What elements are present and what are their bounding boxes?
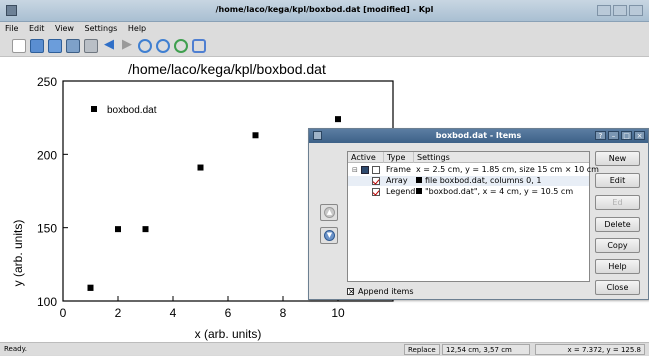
frame-active-checkbox[interactable]	[372, 166, 380, 174]
status-mode: Replace	[404, 344, 440, 355]
status-coordinates: x = 7.372, y = 125.8	[535, 344, 645, 355]
item-type: Array	[386, 176, 408, 185]
x-tick-label: 10	[331, 306, 345, 320]
move-down-button[interactable]: ▼	[320, 227, 338, 244]
data-point	[197, 164, 204, 171]
back-icon[interactable]: ◀	[102, 38, 116, 53]
list-item-frame[interactable]: ⊟ Frame x = 2.5 cm, y = 1.85 cm, size 15…	[348, 165, 599, 175]
item-settings: x = 2.5 cm, y = 1.85 cm, size 15 cm × 10…	[416, 165, 599, 174]
x-tick-label: 0	[60, 306, 67, 320]
print-icon[interactable]	[84, 39, 98, 53]
data-point	[142, 226, 149, 233]
list-header: Active Type Settings	[348, 152, 589, 163]
menu-file[interactable]: File	[5, 22, 18, 35]
menu-settings[interactable]: Settings	[85, 22, 118, 35]
chart-title: /home/laco/kega/kpl/boxbod.dat	[128, 61, 326, 77]
move-up-button[interactable]: ▲	[320, 204, 338, 221]
x-tick-label: 2	[115, 306, 122, 320]
data-point	[87, 284, 94, 291]
array-active-checkbox[interactable]	[372, 177, 380, 185]
save-icon[interactable]	[66, 39, 80, 53]
data-point	[252, 132, 259, 139]
help-button[interactable]: Help	[595, 259, 640, 274]
x-tick-label: 4	[170, 306, 177, 320]
item-settings: "boxbod.dat", x = 4 cm, y = 10.5 cm	[425, 187, 574, 196]
legend-marker-icon	[416, 188, 422, 194]
items-list[interactable]: Active Type Settings ⊟ Frame x = 2.5 cm,…	[347, 151, 599, 282]
forward-icon[interactable]: ▶	[120, 38, 134, 53]
append-items-checkbox[interactable]: Append items	[347, 286, 413, 297]
list-item-legend[interactable]: Legend "boxbod.dat", x = 4 cm, y = 10.5 …	[348, 187, 589, 197]
new-button[interactable]: New	[595, 151, 640, 166]
maximize-button[interactable]	[613, 5, 627, 16]
arrow-down-icon: ▼	[324, 230, 335, 241]
frame-item-icon	[361, 166, 369, 174]
fit-icon[interactable]	[192, 39, 206, 53]
x-tick-label: 8	[280, 306, 287, 320]
legend-active-checkbox[interactable]	[372, 188, 380, 196]
menu-bar: File Edit View Settings Help	[0, 22, 649, 35]
y-tick-label: 150	[37, 222, 57, 236]
append-checkbox-box[interactable]	[347, 286, 355, 297]
open-icon[interactable]	[30, 39, 44, 53]
legend-marker	[91, 106, 97, 112]
window-title: /home/laco/kega/kpl/boxbod.dat [modified…	[215, 5, 434, 14]
title-bar[interactable]: /home/laco/kega/kpl/boxbod.dat [modified…	[0, 0, 649, 22]
y-tick-label: 200	[37, 148, 57, 162]
dialog-close-icon[interactable]: ×	[634, 131, 645, 140]
x-tick-label: 6	[225, 306, 232, 320]
status-ready: Ready.	[4, 345, 27, 353]
zoom-out-icon[interactable]	[156, 39, 170, 53]
copy-button[interactable]: Copy	[595, 238, 640, 253]
x-axis-label: x (arb. units)	[195, 327, 262, 341]
reload-icon[interactable]	[174, 39, 188, 53]
y-axis-label: y (arb. units)	[11, 220, 25, 287]
dialog-maximize-icon[interactable]: □	[621, 131, 632, 140]
dialog-minimize-icon[interactable]: –	[608, 131, 619, 140]
column-type[interactable]: Type	[384, 152, 414, 163]
column-settings[interactable]: Settings	[414, 152, 589, 163]
item-settings: file boxbod.dat, columns 0, 1	[425, 176, 542, 185]
legend-label: boxbod.dat	[107, 105, 157, 116]
items-dialog: boxbod.dat - Items ? – □ × ▲ ▼ Active Ty…	[308, 128, 649, 300]
close-window-button[interactable]	[629, 5, 643, 16]
column-active[interactable]: Active	[348, 152, 384, 163]
status-position: 12,54 cm, 3,57 cm	[442, 344, 530, 355]
item-type: Legend	[386, 187, 416, 196]
menu-edit[interactable]: Edit	[29, 22, 45, 35]
zoom-in-icon[interactable]	[138, 39, 152, 53]
append-items-label: Append items	[358, 287, 414, 296]
close-button[interactable]: Close	[595, 280, 640, 295]
dialog-help-icon[interactable]: ?	[595, 131, 606, 140]
main-window: /home/laco/kega/kpl/boxbod.dat [modified…	[0, 0, 649, 355]
toolbar: ◀ ▶	[0, 35, 649, 57]
new-icon[interactable]	[12, 39, 26, 53]
menu-view[interactable]: View	[55, 22, 74, 35]
menu-help[interactable]: Help	[128, 22, 146, 35]
status-bar: Ready. Replace 12,54 cm, 3,57 cm x = 7.3…	[0, 342, 649, 355]
tree-collapse-icon[interactable]: ⊟	[352, 165, 358, 175]
y-tick-label: 100	[37, 295, 57, 309]
arrow-up-icon: ▲	[324, 207, 335, 218]
minimize-button[interactable]	[597, 5, 611, 16]
edit-disabled-button[interactable]: Ed	[595, 195, 640, 210]
delete-button[interactable]: Delete	[595, 217, 640, 232]
edit-button[interactable]: Edit	[595, 173, 640, 188]
data-point	[115, 226, 121, 233]
item-type: Frame	[386, 165, 411, 174]
array-marker-icon	[416, 177, 422, 183]
open-recent-icon[interactable]	[48, 39, 62, 53]
list-item-array[interactable]: Array file boxbod.dat, columns 0, 1	[348, 176, 589, 186]
dialog-title-bar[interactable]: boxbod.dat - Items ? – □ ×	[309, 129, 648, 143]
data-point	[335, 116, 341, 123]
y-tick-label: 250	[37, 75, 57, 89]
